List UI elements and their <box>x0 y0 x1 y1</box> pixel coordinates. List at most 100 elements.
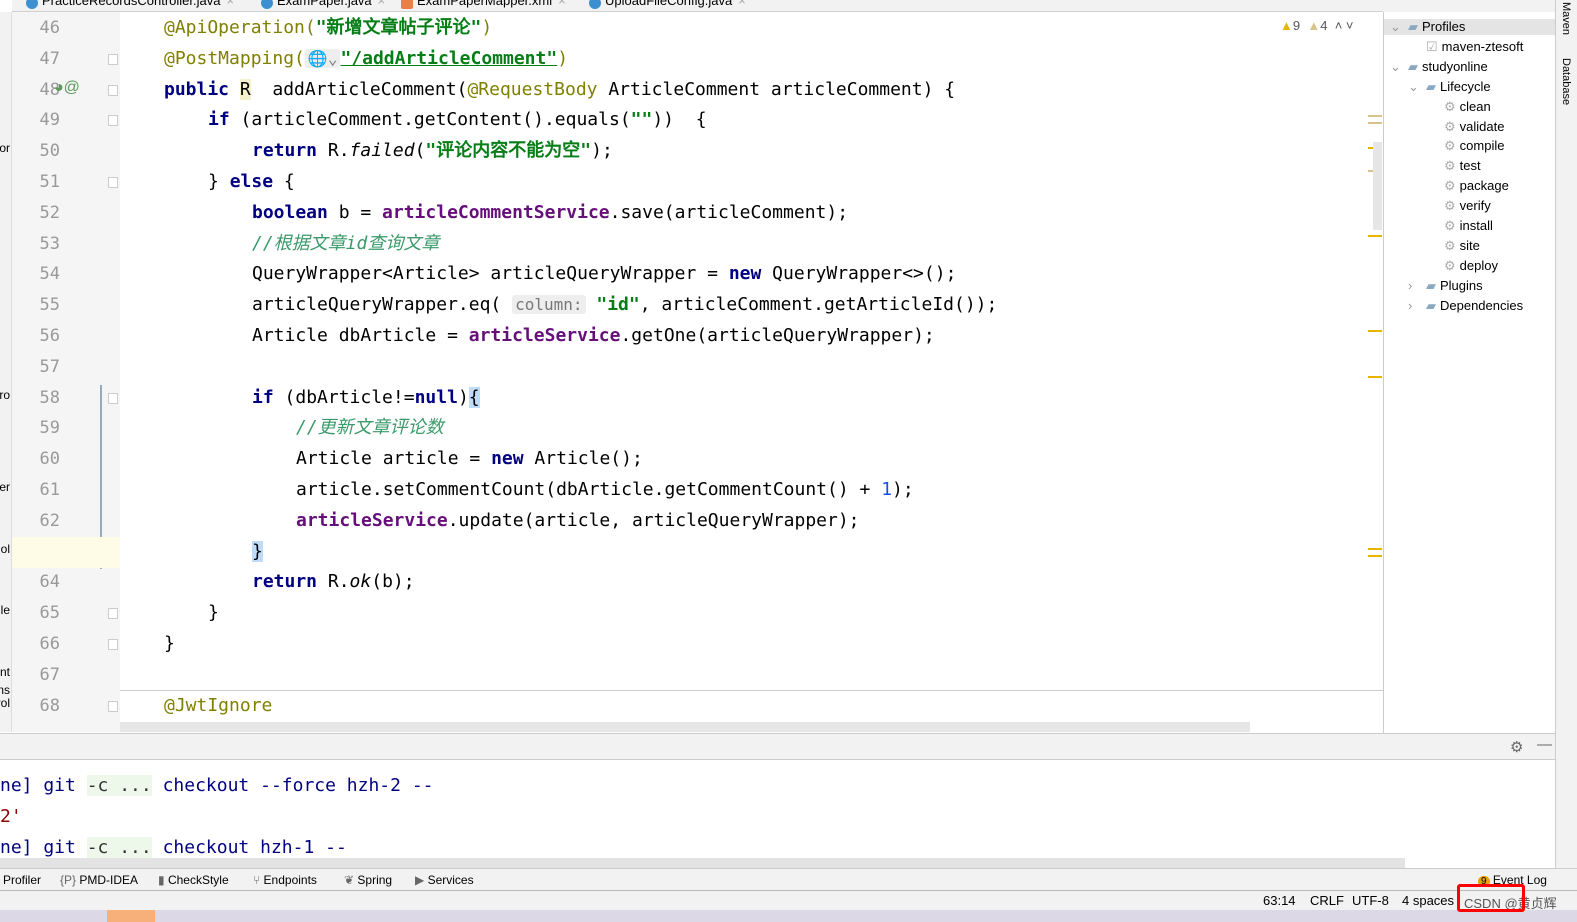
error-stripe-mark[interactable] <box>1368 330 1382 332</box>
maven-item-clean[interactable]: ⚙ clean <box>1426 99 1491 115</box>
indent-setting[interactable]: 4 spaces <box>1402 893 1454 908</box>
previous-highlight-icon[interactable]: ˄ <box>1335 18 1343 33</box>
error-stripe-mark[interactable] <box>1368 115 1382 117</box>
fold-marker-icon[interactable] <box>108 53 118 65</box>
code-line[interactable]: boolean b = articleCommentService.save(a… <box>252 198 848 228</box>
chevron-icon[interactable]: ⌄ <box>1408 79 1422 95</box>
fold-marker-icon[interactable] <box>108 639 118 650</box>
gear-icon[interactable]: ⚙ <box>1510 738 1523 756</box>
code-token: "id" <box>585 294 640 316</box>
error-stripe-mark[interactable] <box>1368 376 1382 378</box>
tool-window-icon: {P} <box>60 873 77 887</box>
fold-marker-icon[interactable] <box>108 177 118 188</box>
project-tree-fragment[interactable]: ol <box>1 542 10 556</box>
tab-uploadfileconfig-java[interactable]: UploadFileConfig.java × <box>585 0 746 9</box>
code-line[interactable]: if (dbArticle!=null){ <box>252 383 480 413</box>
tab-exampaper-java[interactable]: ExamPaper.java × <box>257 0 386 9</box>
line-separator[interactable]: CRLF <box>1310 893 1344 908</box>
tool-window-icon: ▶ <box>415 873 425 887</box>
editor-vertical-scrollbar[interactable] <box>1373 142 1382 230</box>
inspection-widget[interactable]: ▲9 ▲4 ˄ ˅ <box>1280 18 1354 33</box>
chevron-icon[interactable]: › <box>1408 278 1422 293</box>
tool-window-spring[interactable]: ❦ Spring <box>344 873 392 887</box>
fold-marker-icon[interactable] <box>108 700 118 712</box>
console-horizontal-scrollbar[interactable] <box>0 858 1405 868</box>
maven-item-verify[interactable]: ⚙ verify <box>1426 198 1491 214</box>
error-stripe-mark[interactable] <box>1368 235 1382 237</box>
code-line[interactable]: article.setCommentCount(dbArticle.getCom… <box>296 475 914 505</box>
file-encoding[interactable]: UTF-8 <box>1352 893 1389 908</box>
maven-item-profiles[interactable]: ⌄ ▰ Profiles <box>1384 19 1556 35</box>
project-tree-fragment[interactable]: er <box>0 480 10 494</box>
tool-window-profiler[interactable]: Profiler <box>3 873 41 887</box>
maven-item-maven-ztesoft[interactable]: ☑ maven-ztesoft <box>1408 39 1523 55</box>
project-tree-fragment[interactable]: ro <box>0 388 10 402</box>
close-icon[interactable]: × <box>558 0 566 8</box>
code-line[interactable]: QueryWrapper<Article> articleQueryWrappe… <box>252 259 956 289</box>
error-stripe-mark[interactable] <box>1368 548 1382 550</box>
close-icon[interactable]: × <box>226 0 234 8</box>
code-line[interactable]: //根据文章id查询文章 <box>252 229 439 259</box>
code-line[interactable]: if (articleComment.getContent().equals("… <box>208 105 707 135</box>
console-output[interactable]: ne] git -c ... checkout --force hzh-2 --… <box>0 760 1555 858</box>
maven-item-test[interactable]: ⚙ test <box>1426 158 1481 174</box>
code-line[interactable]: @PostMapping(🌐⌄ "/addArticleComment") <box>164 44 568 74</box>
error-stripe-mark[interactable] <box>1368 122 1382 124</box>
tool-window-pmd-idea[interactable]: {P} PMD-IDEA <box>60 873 138 887</box>
project-tree-fragment[interactable]: olle <box>0 603 10 617</box>
maven-item-lifecycle[interactable]: ⌄ ▰ Lifecycle <box>1408 79 1491 95</box>
tool-window-services[interactable]: ▶ Services <box>415 873 474 887</box>
code-line[interactable]: articleService.update(article, articleQu… <box>296 506 860 536</box>
maven-item-plugins[interactable]: › ▰ Plugins <box>1408 278 1483 294</box>
taskbar-app[interactable] <box>107 910 155 922</box>
code-line[interactable]: //更新文章评论数 <box>296 413 444 443</box>
maven-item-validate[interactable]: ⚙ validate <box>1426 119 1504 135</box>
error-stripe-mark[interactable] <box>1368 555 1382 557</box>
code-editor[interactable]: @ApiOperation("新增文章帖子评论") @PostMapping(🌐⌄… <box>120 12 1383 732</box>
editor-horizontal-scrollbar[interactable] <box>120 722 1250 732</box>
fold-marker-icon[interactable] <box>108 115 118 127</box>
code-line[interactable]: } <box>208 598 219 628</box>
chevron-icon[interactable]: ⌄ <box>1390 59 1404 75</box>
code-line[interactable]: } <box>252 537 263 567</box>
project-tree-fragment[interactable]: nt <box>0 665 10 679</box>
code-line[interactable]: @ApiOperation("新增文章帖子评论") <box>164 13 492 43</box>
tab-practicerecordscontroller-java[interactable]: PracticeRecordsController.java × <box>22 0 234 9</box>
next-highlight-icon[interactable]: ˅ <box>1346 18 1354 33</box>
code-line[interactable]: return R.failed("评论内容不能为空"); <box>252 136 613 166</box>
code-token: articleService <box>468 325 621 346</box>
maven-item-dependencies[interactable]: › ▰ Dependencies <box>1408 298 1523 314</box>
tab-exampapermapper-xml[interactable]: ExamPaperMapper.xml × <box>397 0 566 9</box>
maven-item-install[interactable]: ⚙ install <box>1426 218 1493 234</box>
project-tree-fragment[interactable]: rol <box>0 696 10 710</box>
maven-item-site[interactable]: ⚙ site <box>1426 238 1480 254</box>
tool-window-checkstyle[interactable]: ▮ CheckStyle <box>158 873 229 887</box>
code-line[interactable]: public R addArticleComment(@RequestBody … <box>164 75 955 105</box>
maven-item-package[interactable]: ⚙ package <box>1426 178 1509 194</box>
code-line[interactable]: Article article = new Article(); <box>296 444 643 474</box>
chevron-icon[interactable]: ⌄ <box>1390 19 1404 35</box>
maven-item-deploy[interactable]: ⚙ deploy <box>1426 258 1498 274</box>
code-line[interactable]: Article dbArticle = articleService.getOn… <box>252 321 935 351</box>
chevron-icon[interactable]: › <box>1408 298 1422 313</box>
code-line[interactable]: } else { <box>208 167 295 197</box>
code-line[interactable]: } <box>164 629 175 659</box>
maven-item-studyonline[interactable]: ⌄ ▰ studyonline <box>1390 59 1488 75</box>
maven-tool-tab[interactable]: Maven <box>1560 2 1572 35</box>
gear-icon: ⚙ <box>1444 98 1456 114</box>
fold-marker-icon[interactable] <box>108 392 118 404</box>
fold-marker-icon[interactable] <box>108 608 118 620</box>
close-icon[interactable]: × <box>738 0 746 8</box>
close-icon[interactable]: × <box>378 0 386 8</box>
code-line[interactable]: articleQueryWrapper.eq( column: "id", ar… <box>252 290 997 320</box>
code-line[interactable]: return R.ok(b); <box>252 567 415 597</box>
code-line[interactable]: @JwtIgnore <box>164 691 272 721</box>
tool-window-endpoints[interactable]: ⑂ Endpoints <box>253 873 317 887</box>
maven-item-compile[interactable]: ⚙ compile <box>1426 138 1504 154</box>
database-tool-tab[interactable]: Database <box>1560 58 1572 105</box>
spring-endpoint-icon[interactable]: ◕@ <box>54 79 80 97</box>
fold-marker-icon[interactable] <box>108 84 118 96</box>
caret-position[interactable]: 63:14 <box>1263 893 1296 908</box>
minimize-icon[interactable]: — <box>1537 736 1552 753</box>
project-tree-fragment[interactable]: or <box>0 141 10 155</box>
